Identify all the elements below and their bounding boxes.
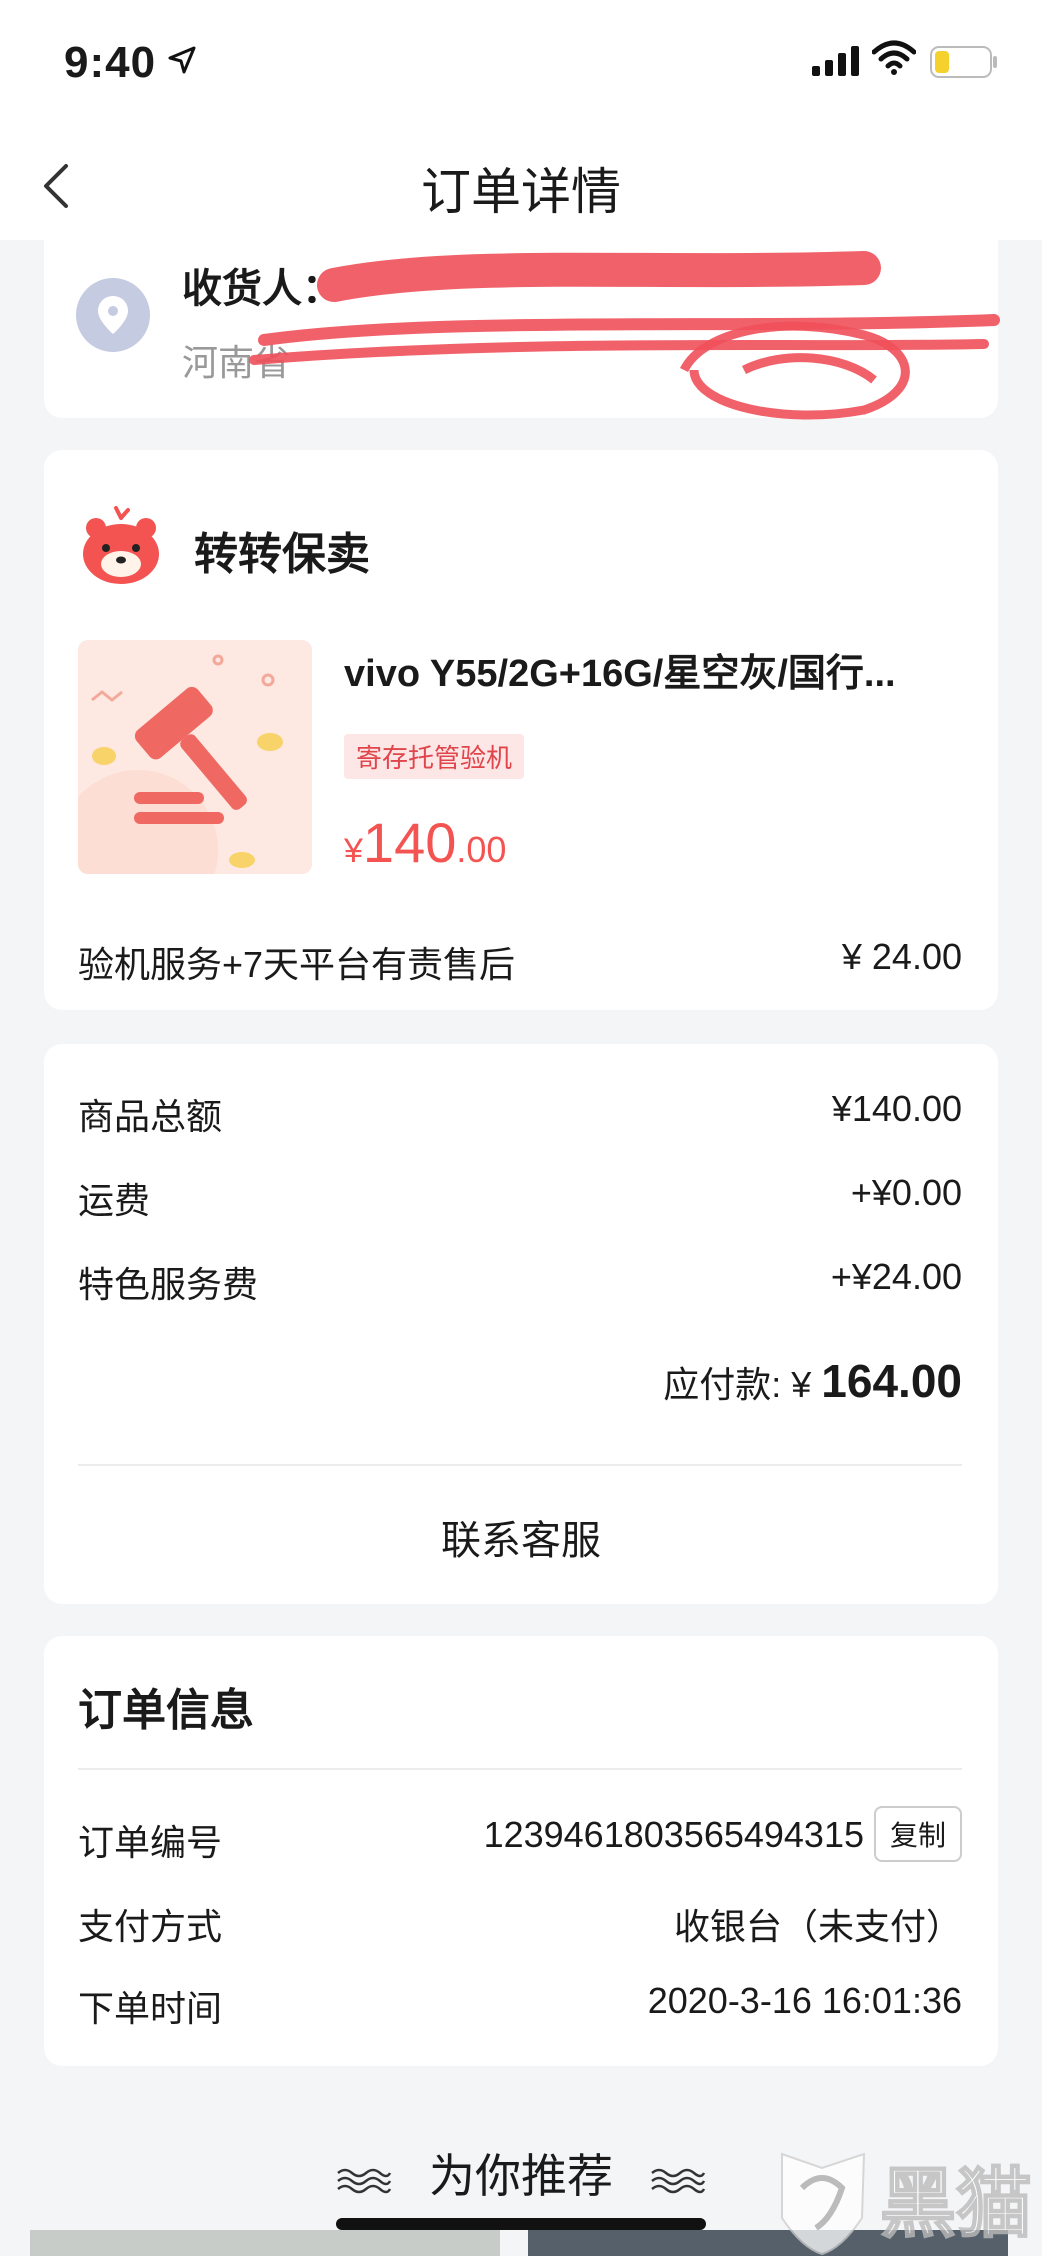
address-card[interactable]: 收货人： 河南省 xyxy=(44,240,1000,420)
inspection-service-value: ¥ 24.00 xyxy=(841,936,962,977)
summary-row: 特色服务费 +¥24.00 xyxy=(78,1256,962,1306)
status-time: 9:40 xyxy=(64,38,157,87)
product-thumbnail xyxy=(78,640,312,874)
order-info-row: 下单时间 2020-3-16 16:01:36 xyxy=(78,1980,962,2030)
recommend-title: 为你推荐 xyxy=(429,2150,613,2202)
order-info-row: 支付方式 收银台（未支付） xyxy=(78,1898,962,1948)
divider xyxy=(78,1768,962,1770)
wifi-icon xyxy=(872,40,916,75)
contact-support-button[interactable]: 联系客服 xyxy=(44,1508,998,1566)
wave-decoration-icon xyxy=(337,2168,392,2194)
location-pin-icon xyxy=(76,278,150,352)
product-price: ¥140.00 xyxy=(344,810,506,875)
divider xyxy=(78,1464,962,1466)
product-title: vivo Y55/2G+16G/星空灰/国行... xyxy=(344,653,896,695)
summary-row: 商品总额 ¥140.00 xyxy=(78,1088,962,1138)
summary-value: +¥0.00 xyxy=(850,1172,962,1213)
summary-label: 特色服务费 xyxy=(78,1264,259,1305)
battery-icon xyxy=(930,46,997,78)
status-bar: 9:40 xyxy=(0,0,1042,130)
amount-due-label: 应付款: ¥ xyxy=(663,1364,822,1405)
watermark-text: 黑猫 xyxy=(880,2159,1032,2248)
wave-decoration-icon xyxy=(650,2168,705,2194)
service-tag: 寄存托管验机 xyxy=(344,734,525,779)
product-card[interactable]: 转转保卖 vivo Y55/2G+16G/星空灰/国行... 寄存托管验机 ¥1… xyxy=(44,450,998,1010)
bear-logo-icon xyxy=(83,506,159,584)
copy-button[interactable]: 复制 xyxy=(873,1806,962,1862)
amount-due-value: 164.00 xyxy=(821,1355,962,1407)
order-number-value: 1239461803565494315 xyxy=(483,1814,864,1855)
price-symbol: ¥ xyxy=(344,832,363,870)
order-info-card: 订单信息 订单编号 1239461803565494315 复制 支付方式 收银… xyxy=(44,1636,998,2066)
payment-method-value: 收银台（未支付） xyxy=(673,1906,962,1947)
payment-summary-card: 商品总额 ¥140.00 运费 +¥0.00 特色服务费 +¥24.00 应付款… xyxy=(44,1044,998,1604)
summary-value: ¥140.00 xyxy=(831,1088,962,1129)
price-integer: 140 xyxy=(362,811,457,874)
order-info-row: 订单编号 1239461803565494315 复制 xyxy=(78,1806,962,1864)
summary-label: 商品总额 xyxy=(78,1096,223,1137)
amount-due: 应付款: ¥ 164.00 xyxy=(663,1354,962,1408)
location-arrow-icon xyxy=(168,46,196,74)
redaction-scribble xyxy=(249,251,1000,420)
home-indicator xyxy=(336,2218,706,2230)
seller-name: 转转保卖 xyxy=(194,530,370,579)
watermark-logo: 黑猫 xyxy=(781,2152,1033,2256)
price-decimal: .00 xyxy=(456,829,507,870)
summary-label: 运费 xyxy=(78,1180,151,1221)
order-time-value: 2020-3-16 16:01:36 xyxy=(647,1980,962,2021)
order-time-label: 下单时间 xyxy=(78,1988,223,2029)
signal-icon xyxy=(812,46,859,76)
summary-value: +¥24.00 xyxy=(830,1256,962,1297)
payment-method-label: 支付方式 xyxy=(78,1906,223,1947)
order-number-label: 订单编号 xyxy=(78,1822,223,1863)
recommend-item-image[interactable] xyxy=(30,2230,500,2256)
summary-row: 运费 +¥0.00 xyxy=(78,1172,962,1222)
order-info-heading: 订单信息 xyxy=(78,1686,254,1735)
inspection-service-label: 验机服务+7天平台有责售后 xyxy=(78,944,516,985)
page-title: 订单详情 xyxy=(421,164,621,220)
